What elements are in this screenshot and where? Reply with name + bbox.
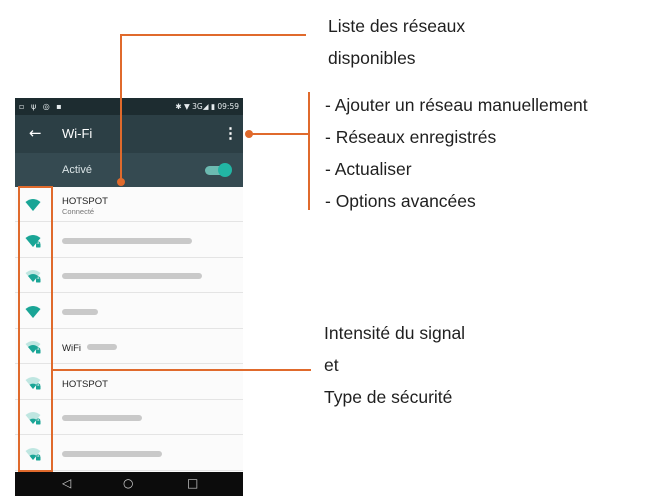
nav-back-icon[interactable]: ◁ — [62, 476, 71, 490]
callout-menu-options: - Ajouter un réseau manuellement - Réseau… — [325, 95, 588, 223]
network-name: WiFi — [62, 343, 81, 354]
callout-signal-line3: Type de sécurité — [324, 387, 453, 407]
network-name: HOTSPOT — [62, 378, 108, 390]
callout-list-line1: Liste des réseaux — [328, 16, 466, 36]
callout-line-list-horizontal — [120, 34, 306, 36]
wifi-toggle-row[interactable]: Activé — [15, 153, 243, 187]
redacted-network-name — [62, 237, 192, 244]
wifi-toggle-label: Activé — [62, 164, 92, 176]
callout-line-signal-h1 — [53, 369, 238, 371]
callout-list-title: Liste des réseaux disponibles — [328, 16, 465, 68]
nav-bar: ◁ ○ □ — [15, 472, 243, 496]
network-name: HOTSPOT — [62, 196, 108, 207]
callout-list-line2: disponibles — [328, 48, 416, 68]
status-left-icons: ▫ ψ ◎ ▪ — [19, 102, 64, 111]
menu-option-note: - Ajouter un réseau manuellement — [325, 95, 588, 115]
callout-signal-text: Intensité du signal et Type de sécurité — [324, 323, 465, 407]
redacted-network-name — [87, 344, 117, 350]
callout-line-signal-h2 — [238, 369, 311, 371]
back-arrow-icon[interactable]: ← — [29, 124, 42, 142]
callout-dot-list — [117, 178, 125, 186]
callout-line-list-vertical — [120, 34, 122, 182]
callout-signal-line2: et — [324, 355, 339, 375]
overflow-menu-icon[interactable]: ⋮ — [223, 124, 238, 144]
status-right-info: ✱ ▼ 3G◢ ▮ 09:59 — [175, 102, 239, 111]
status-bar: ▫ ψ ◎ ▪ ✱ ▼ 3G◢ ▮ 09:59 — [15, 98, 243, 115]
app-bar: ← Wi-Fi ⋮ — [15, 115, 243, 153]
network-status: Connecté — [62, 207, 95, 216]
redacted-network-name — [62, 450, 162, 457]
menu-option-note: - Options avancées — [325, 191, 476, 211]
menu-option-note: - Actualiser — [325, 159, 412, 179]
wifi-toggle-thumb[interactable] — [218, 163, 232, 177]
menu-option-note: - Réseaux enregistrés — [325, 127, 497, 147]
nav-home-icon[interactable]: ○ — [123, 476, 133, 490]
callout-signal-line1: Intensité du signal — [324, 323, 466, 343]
signal-column-highlight — [18, 186, 53, 472]
nav-recents-icon[interactable]: □ — [187, 476, 198, 490]
page-title: Wi-Fi — [62, 126, 93, 141]
callout-line-menu-horizontal — [249, 133, 309, 135]
redacted-network-name — [62, 308, 98, 315]
redacted-network-name — [62, 415, 142, 421]
callout-line-menu-vertical — [308, 92, 310, 210]
redacted-network-name — [62, 273, 202, 279]
